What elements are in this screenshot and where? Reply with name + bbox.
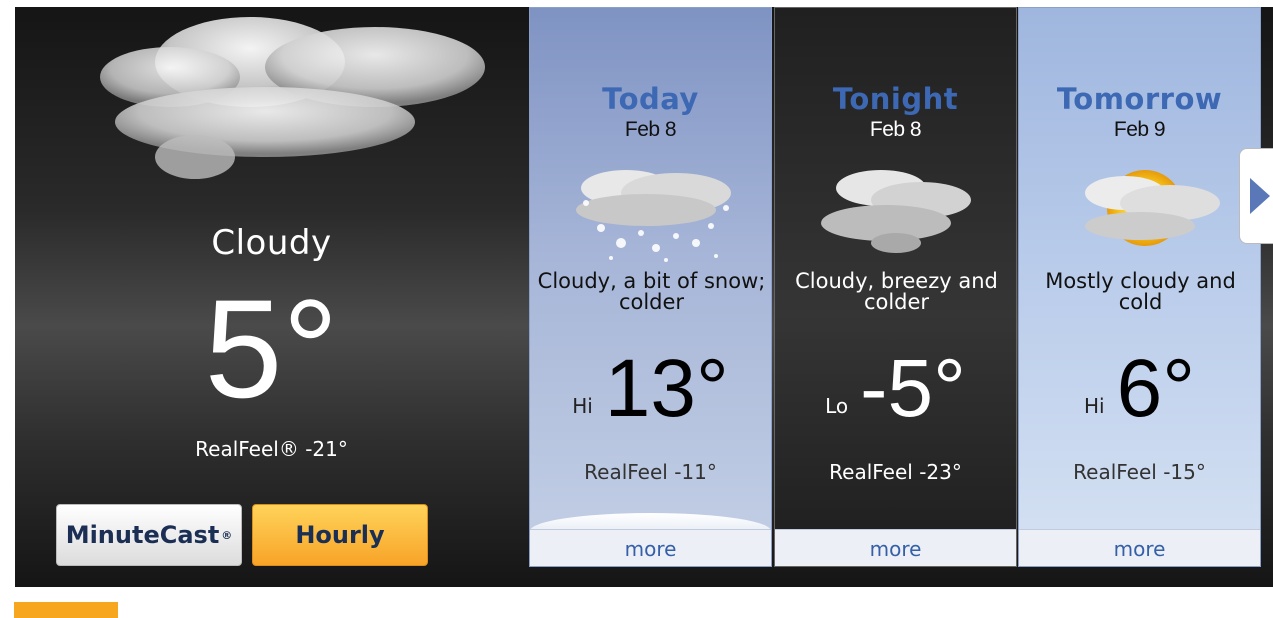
cloudy-night-icon	[821, 170, 971, 253]
forecast-panel-today[interactable]: Today Feb 8 Cloudy, a bit of snow; colde…	[529, 7, 772, 567]
forecast-realfeel: RealFeel -11°	[584, 460, 717, 484]
forecast-date: Feb 8	[624, 118, 677, 141]
hourly-button[interactable]: Hourly	[252, 504, 428, 566]
more-link[interactable]: more	[1019, 529, 1260, 566]
forecast-panel-tonight[interactable]: Tonight Feb 8 Cloudy, breezy and colder …	[774, 7, 1017, 567]
forecast-phrase: Mostly cloudy and cold	[1045, 269, 1236, 314]
next-forecast-button[interactable]	[1239, 148, 1273, 244]
mostly-cloudy-sun-icon	[1085, 170, 1220, 246]
forecast-realfeel: RealFeel -15°	[1073, 460, 1206, 484]
forecast-temp-row: Lo -5°	[775, 348, 1016, 430]
forecast-phrase: Cloudy, breezy and colder	[795, 269, 998, 314]
current-temperature: 5°	[204, 270, 339, 427]
current-realfeel: RealFeel® -21°	[195, 437, 348, 461]
more-link[interactable]: more	[775, 529, 1016, 566]
current-phrase: Cloudy	[211, 223, 332, 263]
forecast-title: Today	[602, 82, 699, 116]
current-conditions: Cloudy 5° RealFeel® -21° MinuteCast ® Hou…	[15, 7, 528, 587]
forecast-hilo-label: Hi	[1083, 394, 1105, 418]
forecast-date: Feb 9	[1113, 118, 1166, 141]
forecast-hilo-label: Hi	[572, 394, 593, 418]
forecast-panel-tomorrow[interactable]: Tomorrow Feb 9 Mostly cloudy and cold Hi…	[1018, 7, 1261, 567]
minutecast-label: MinuteCast	[65, 521, 220, 549]
accent-bar	[14, 602, 118, 618]
weather-widget: Cloudy 5° RealFeel® -21° MinuteCast ® Hou…	[15, 7, 1273, 587]
forecast-temp-row: Hi 6°	[1019, 348, 1260, 430]
forecast-temperature: 13°	[604, 343, 729, 434]
forecast-temperature: 6°	[1116, 343, 1195, 434]
forecast-phrase: Cloudy, a bit of snow; colder	[537, 269, 766, 314]
chevron-right-icon	[1250, 178, 1270, 214]
cloudy-icon	[100, 17, 485, 179]
forecast-title: Tonight	[832, 82, 959, 116]
forecast-realfeel: RealFeel -23°	[829, 460, 962, 484]
registered-mark: ®	[221, 528, 233, 542]
forecast-date: Feb 8	[869, 118, 922, 141]
more-link[interactable]: more	[530, 529, 771, 566]
forecast-temperature: -5°	[860, 343, 966, 434]
forecast-hilo-label: Lo	[825, 394, 849, 418]
minutecast-button[interactable]: MinuteCast ®	[56, 504, 242, 566]
cloudy-snow-icon	[576, 170, 731, 262]
forecast-title: Tomorrow	[1056, 82, 1223, 116]
forecast-temp-row: Hi 13°	[530, 348, 771, 430]
